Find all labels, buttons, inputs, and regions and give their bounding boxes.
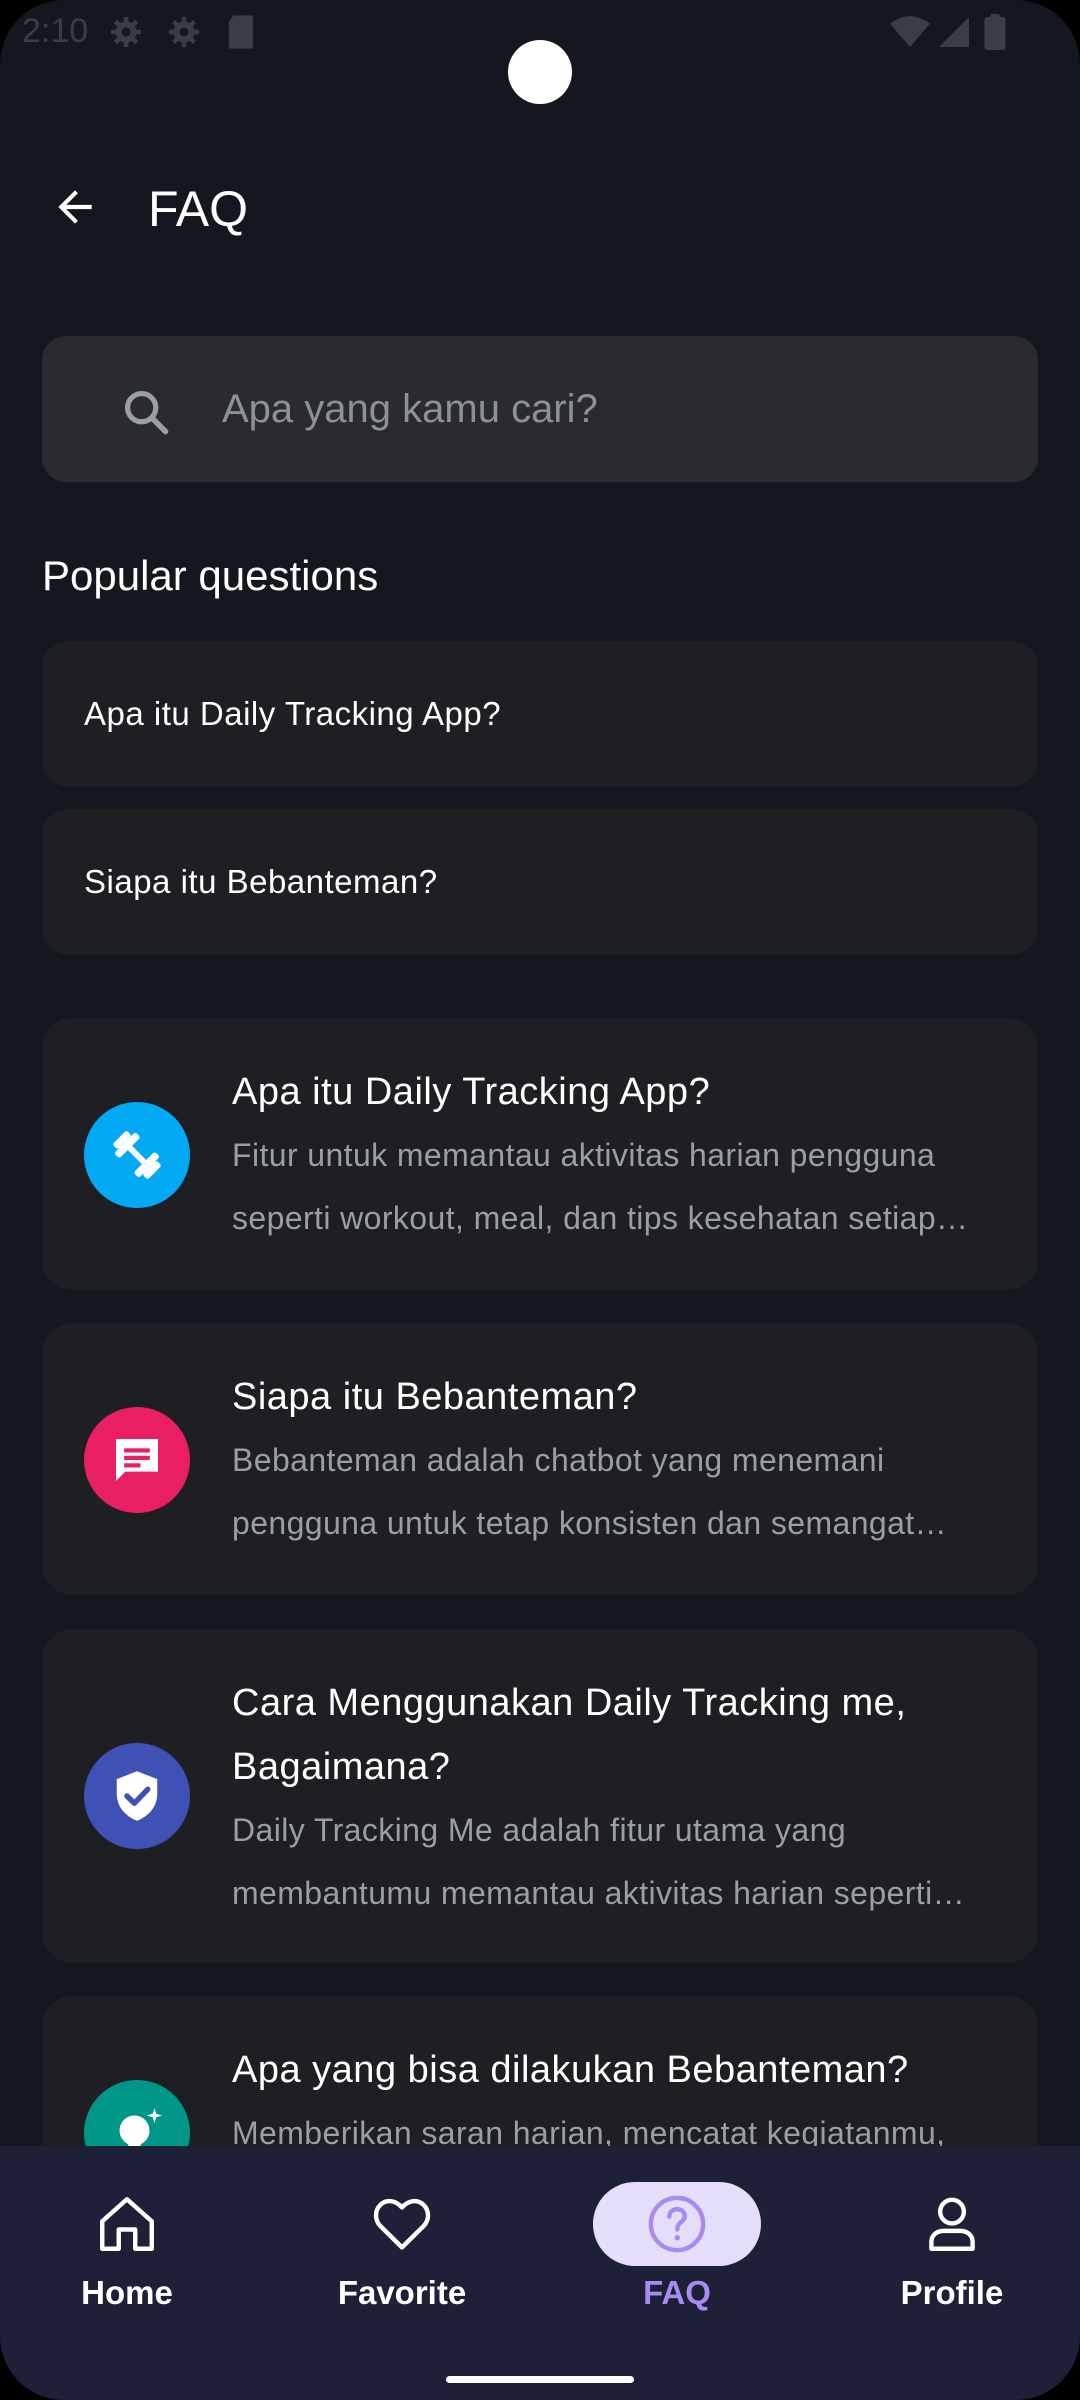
nav-label-faq: FAQ <box>643 2274 711 2311</box>
nav-label-favorite: Favorite <box>337 2274 467 2311</box>
faq-card[interactable]: Apa itu Daily Tracking App? Fitur untuk … <box>42 1018 1038 1290</box>
faq-card-title: Siapa itu Bebanteman? <box>232 1376 638 1418</box>
dumbbell-icon <box>84 1102 190 1208</box>
faq-screen: 2:10 FAQ Apa yang kamu cari? Popular que… <box>0 0 1080 2400</box>
nav-item-favorite[interactable]: Favorite <box>302 2182 502 2312</box>
page-title: FAQ <box>148 181 249 237</box>
person-icon <box>929 2197 975 2251</box>
popular-question-item[interactable]: Siapa itu Bebanteman? <box>42 809 1038 955</box>
signal-icon <box>939 17 969 47</box>
help-circle-icon <box>648 2195 706 2253</box>
nav-label-home: Home <box>81 2274 173 2311</box>
bottom-navigation: Home Favorite FAQ Profile <box>0 2146 1080 2400</box>
faq-card-title: Apa yang bisa dilakukan Bebanteman? <box>232 2049 909 2091</box>
battery-icon <box>984 14 1006 50</box>
chat-icon <box>84 1407 190 1513</box>
nav-item-home[interactable]: Home <box>27 2182 227 2312</box>
settings-icon-2 <box>169 17 199 47</box>
nav-label-profile: Profile <box>900 2274 1004 2311</box>
faq-card-description: Bebanteman adalah chatbot yang menemani … <box>232 1442 915 1541</box>
wifi-icon <box>890 16 930 47</box>
faq-card[interactable]: Siapa itu Bebanteman? Bebanteman adalah … <box>42 1323 1038 1595</box>
heart-icon <box>373 2198 431 2250</box>
nav-item-profile[interactable]: Profile <box>852 2182 1052 2312</box>
faq-card-title: Apa itu Daily Tracking App? <box>232 1071 711 1113</box>
settings-icon <box>111 17 141 47</box>
back-button[interactable] <box>40 172 110 242</box>
search-bar[interactable] <box>42 336 1038 482</box>
arrow-back-icon <box>58 190 92 224</box>
popular-question-label: Apa itu Daily Tracking App? <box>84 695 502 732</box>
popular-question-label: Siapa itu Bebanteman? <box>84 863 438 900</box>
popular-questions-title: Popular questions <box>42 552 379 599</box>
home-indicator[interactable] <box>446 2376 634 2383</box>
faq-card-description: Fitur untuk memantau aktivitas harian pe… <box>232 1137 937 1236</box>
camera-cutout <box>508 40 572 104</box>
popular-question-item[interactable]: Apa itu Daily Tracking App? <box>42 641 1038 787</box>
shield-check-icon <box>84 1743 190 1849</box>
nav-item-faq[interactable]: FAQ <box>577 2182 777 2312</box>
status-time: 2:10 <box>22 12 89 50</box>
sd-card-icon <box>229 15 253 49</box>
search-icon <box>124 390 169 435</box>
faq-card[interactable]: Cara Menggunakan Daily Tracking me, Baga… <box>42 1629 1038 1963</box>
home-icon <box>100 2197 154 2251</box>
search-input[interactable] <box>222 366 1002 452</box>
faq-card-description: Daily Tracking Me adalah fitur utama yan… <box>232 1812 933 1911</box>
faq-card-title: Cara Menggunakan Daily Tracking me, Baga… <box>232 1682 907 1788</box>
